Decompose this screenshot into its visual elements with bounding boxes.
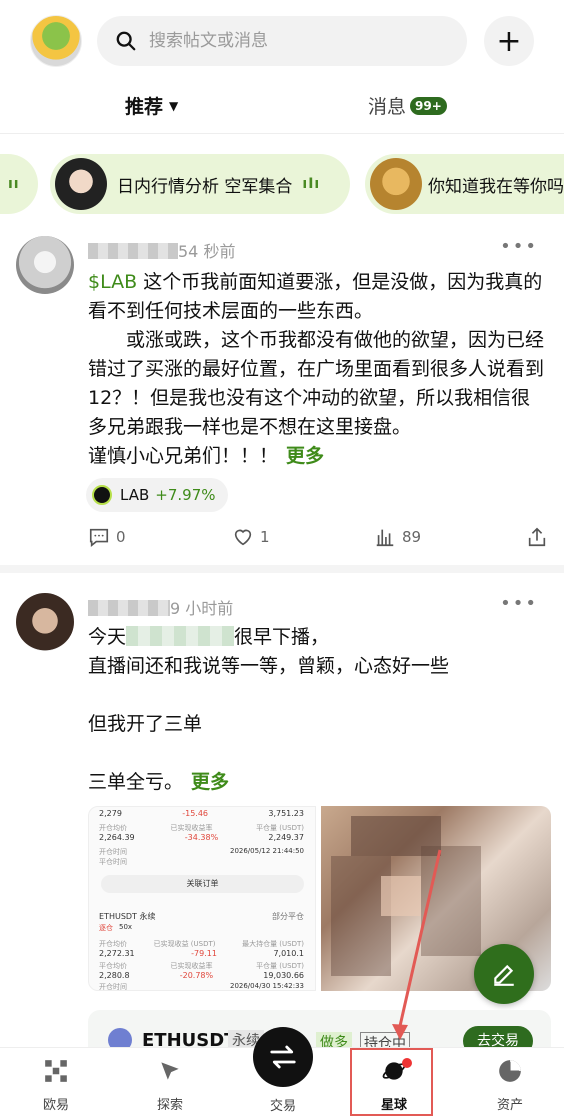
search-input[interactable] bbox=[149, 31, 429, 51]
notification-dot bbox=[402, 1058, 412, 1068]
plus-icon: + bbox=[496, 23, 522, 59]
blurred-username bbox=[88, 243, 178, 259]
feed-tabs: 推荐 ▼ 消息 99+ bbox=[0, 84, 564, 134]
like-button[interactable]: 1 bbox=[232, 526, 270, 548]
read-more-link[interactable]: 更多 bbox=[286, 445, 324, 467]
more-options-icon[interactable]: ••• bbox=[500, 236, 538, 257]
feed-post[interactable]: 54 秒前 ••• $LAB 这个币我前面知道要涨，但是没做，因为我真的看不到任… bbox=[0, 230, 564, 565]
post-avatar[interactable] bbox=[16, 593, 74, 651]
heart-icon bbox=[234, 529, 252, 546]
live-bars-icon: ıIı bbox=[302, 176, 321, 192]
lab-coin-icon bbox=[92, 485, 112, 505]
blurred-name bbox=[126, 626, 235, 646]
top-bar: + bbox=[0, 0, 564, 84]
swap-arrows-icon bbox=[270, 1045, 296, 1069]
trade-screenshot-image[interactable]: 2,279 -15.46 3,751.23 开仓均价 已实现收益率 平仓量 (USDT)… bbox=[88, 806, 316, 991]
post-author[interactable]: 54 秒前 bbox=[88, 238, 235, 262]
pencil-icon bbox=[494, 964, 514, 986]
caret-down-icon: ▼ bbox=[169, 99, 179, 113]
compose-button[interactable] bbox=[474, 944, 534, 1004]
more-options-icon[interactable]: ••• bbox=[500, 593, 538, 614]
comment-icon bbox=[89, 528, 109, 547]
add-post-button[interactable]: + bbox=[484, 16, 534, 66]
post-body[interactable]: 今天 很早下播， 直播间还和我说等一等，曾颖，心态好一些 但我开了三单 三单全亏。… bbox=[88, 623, 548, 797]
live-chip[interactable]: ıı bbox=[0, 154, 38, 214]
share-button[interactable] bbox=[526, 526, 554, 548]
chip-avatar bbox=[370, 158, 422, 210]
blurred-username bbox=[88, 600, 170, 616]
chip-avatar bbox=[55, 158, 107, 210]
nav-explore[interactable]: 探索 bbox=[130, 1058, 210, 1113]
search-icon bbox=[116, 31, 136, 51]
trade-button[interactable] bbox=[253, 1027, 313, 1087]
bar-chart-icon bbox=[376, 529, 394, 547]
tab-messages[interactable]: 消息 99+ bbox=[368, 92, 447, 119]
share-icon bbox=[528, 527, 546, 547]
unread-badge: 99+ bbox=[410, 97, 447, 115]
ticker-link[interactable]: $LAB bbox=[88, 271, 137, 293]
post-body[interactable]: $LAB 这个币我前面知道要涨，但是没做，因为我真的看不到任何技术层面的一些东西… bbox=[88, 268, 548, 471]
live-chip[interactable]: 日内行情分析 空军集合 ıIı bbox=[50, 154, 350, 214]
trade-label: 交易 bbox=[269, 1099, 296, 1114]
post-actions: 0 1 89 bbox=[88, 526, 548, 556]
coin-tag[interactable]: LAB +7.97% bbox=[86, 478, 228, 512]
okx-logo-icon bbox=[45, 1060, 67, 1082]
comment-button[interactable]: 0 bbox=[88, 526, 126, 548]
pie-chart-icon bbox=[499, 1060, 521, 1082]
tab-recommend[interactable]: 推荐 ▼ bbox=[125, 92, 178, 119]
post-author[interactable]: 9 小时前 bbox=[88, 595, 233, 619]
views-count: 89 bbox=[374, 526, 421, 548]
nav-home[interactable]: 欧易 bbox=[16, 1058, 96, 1113]
user-avatar[interactable] bbox=[30, 15, 82, 67]
post-divider bbox=[0, 565, 564, 573]
live-chips-row: ıı 日内行情分析 空军集合 ıIı 你知道我在等你吗 bbox=[0, 150, 564, 220]
nav-assets[interactable]: 资产 bbox=[470, 1058, 550, 1113]
planet-highlight-box bbox=[350, 1048, 433, 1116]
read-more-link[interactable]: 更多 bbox=[191, 771, 229, 793]
search-bar[interactable] bbox=[97, 16, 467, 66]
live-chip[interactable]: 你知道我在等你吗 bbox=[365, 154, 564, 214]
live-bars-icon: ıı bbox=[8, 176, 20, 192]
post-avatar[interactable] bbox=[16, 236, 74, 294]
compass-icon bbox=[161, 1062, 179, 1080]
